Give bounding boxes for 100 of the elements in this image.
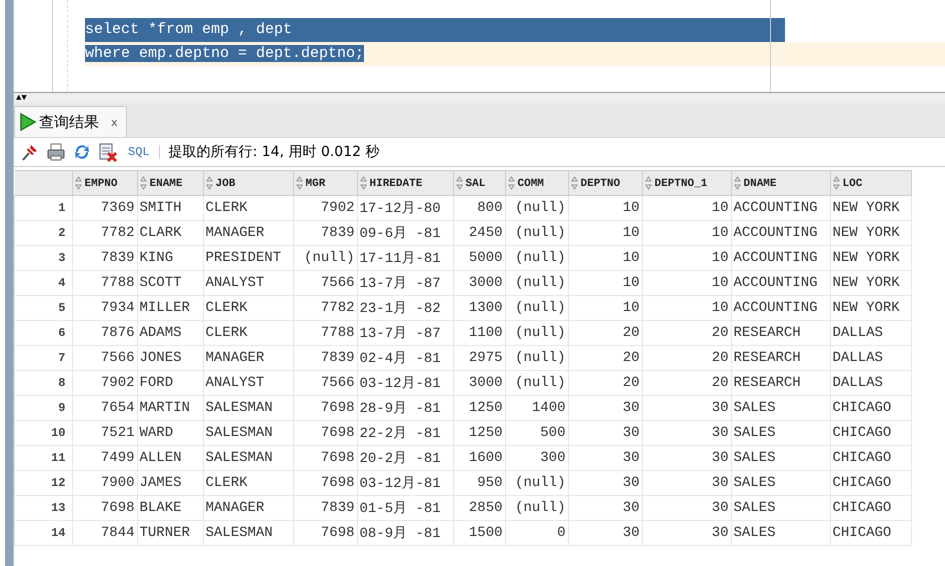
row-number: 9 [14, 396, 72, 420]
table-cell: 7698 [293, 396, 357, 420]
column-header[interactable]: HIREDATE [357, 170, 453, 196]
table-cell: KING [137, 246, 203, 270]
table-cell: SALESMAN [203, 446, 293, 470]
table-cell: CLERK [203, 296, 293, 320]
column-header[interactable]: MGR [293, 170, 357, 196]
sql-link[interactable]: SQL [128, 145, 150, 159]
table-cell: 30 [642, 396, 731, 420]
table-cell: 30 [642, 520, 731, 546]
column-header[interactable]: LOC [830, 170, 911, 196]
table-cell: RESEARCH [731, 320, 830, 346]
sort-icon [508, 176, 514, 190]
table-cell: 20 [568, 320, 642, 346]
table-cell: 7839 [293, 496, 357, 520]
table-cell: RESEARCH [731, 370, 830, 396]
column-header[interactable]: DEPTNO [568, 170, 642, 196]
row-number: 13 [14, 496, 72, 520]
table-cell: 10 [568, 196, 642, 220]
table-cell: 5000 [453, 246, 505, 270]
table-cell: NEW YORK [830, 246, 911, 270]
sort-icon [206, 176, 212, 190]
table-cell: (null) [293, 246, 357, 270]
table-cell: 20 [568, 346, 642, 370]
collapse-arrow[interactable]: ▲ [16, 93, 22, 103]
table-cell: 08-9月 -81 [357, 520, 453, 546]
table-cell: 3000 [453, 370, 505, 396]
column-header[interactable]: COMM [505, 170, 568, 196]
row-number: 11 [14, 446, 72, 470]
table-cell: ADAMS [137, 320, 203, 346]
expand-arrow[interactable]: ▼ [21, 93, 27, 103]
pin-icon[interactable] [20, 142, 40, 162]
row-number: 12 [14, 470, 72, 496]
table-cell: 7934 [72, 296, 137, 320]
column-header[interactable]: DNAME [731, 170, 830, 196]
table-cell: 7566 [72, 346, 137, 370]
sort-icon [74, 176, 82, 190]
table-cell: 20 [642, 346, 731, 370]
table-cell: 2850 [453, 496, 505, 520]
column-header[interactable]: JOB [203, 170, 293, 196]
table-cell: 7698 [72, 496, 137, 520]
delete-icon[interactable] [98, 142, 118, 162]
table-cell: 30 [642, 420, 731, 446]
table-cell: 0 [505, 520, 568, 546]
table-cell: NEW YORK [830, 220, 911, 246]
table-cell: SALESMAN [203, 420, 293, 446]
table-cell: 7698 [293, 446, 357, 470]
table-cell: CLERK [203, 320, 293, 346]
table-cell: 20 [642, 320, 731, 346]
table-cell: SALES [731, 396, 830, 420]
table-cell: 30 [642, 446, 731, 470]
table-cell: MILLER [137, 296, 203, 320]
table-cell: 7698 [293, 420, 357, 446]
column-header[interactable]: DEPTNO_1 [642, 170, 731, 196]
table-cell: JAMES [137, 470, 203, 496]
table-cell: 7876 [72, 320, 137, 346]
table-cell: CHICAGO [830, 470, 911, 496]
table-cell: ANALYST [203, 270, 293, 296]
table-cell: CHICAGO [830, 420, 911, 446]
table-cell: 1500 [453, 520, 505, 546]
column-header[interactable]: EMPNO [72, 170, 137, 196]
row-number: 7 [14, 346, 72, 370]
row-number: 4 [14, 270, 72, 296]
table-cell: 800 [453, 196, 505, 220]
table-cell: 1600 [453, 446, 505, 470]
table-cell: 3000 [453, 270, 505, 296]
table-cell: 10 [642, 196, 731, 220]
table-cell: CHICAGO [830, 396, 911, 420]
table-cell: 30 [568, 496, 642, 520]
table-cell: 30 [568, 420, 642, 446]
results-tab[interactable]: 查询结果 x [14, 106, 127, 137]
table-cell: 500 [505, 420, 568, 446]
table-cell: 7839 [293, 346, 357, 370]
table-cell: 1400 [505, 396, 568, 420]
close-button[interactable]: x [111, 116, 118, 128]
table-cell: 7499 [72, 446, 137, 470]
print-icon[interactable] [46, 142, 66, 162]
table-cell: 1300 [453, 296, 505, 320]
table-cell: 17-12月-80 [357, 196, 453, 220]
row-number: 2 [14, 220, 72, 246]
table-cell: SALES [731, 470, 830, 496]
table-cell: NEW YORK [830, 296, 911, 320]
column-header[interactable]: ENAME [137, 170, 203, 196]
table-cell: SALES [731, 496, 830, 520]
table-cell: SMITH [137, 196, 203, 220]
table-cell: CHICAGO [830, 496, 911, 520]
table-cell: 950 [453, 470, 505, 496]
column-header[interactable]: SAL [453, 170, 505, 196]
table-cell: MANAGER [203, 220, 293, 246]
table-cell: 7566 [293, 370, 357, 396]
table-cell: (null) [505, 470, 568, 496]
table-cell: 10 [568, 296, 642, 320]
table-cell: 7844 [72, 520, 137, 546]
sort-icon [360, 176, 366, 190]
table-cell: 30 [568, 470, 642, 496]
table-cell: 02-4月 -81 [357, 346, 453, 370]
table-cell: 22-2月 -81 [357, 420, 453, 446]
table-cell: 28-9月 -81 [357, 396, 453, 420]
status-text: 提取的所有行: 14, 用时 0.012 秒 [168, 143, 380, 161]
table-cell: 10 [568, 220, 642, 246]
